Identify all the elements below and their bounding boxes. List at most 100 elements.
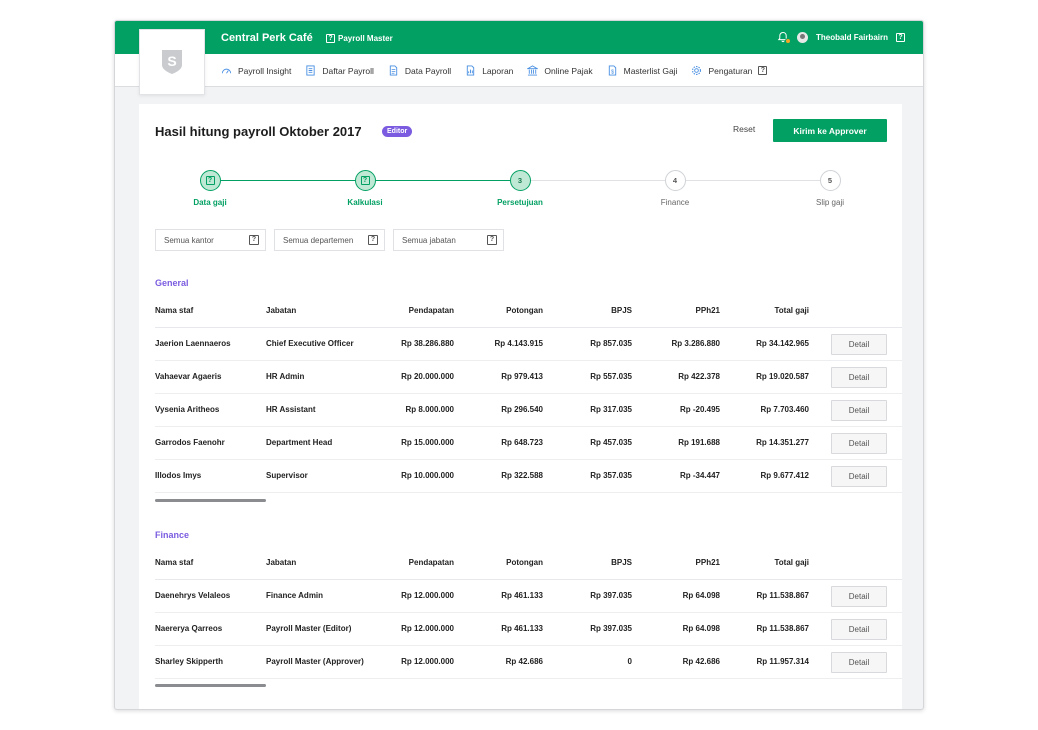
cell-job: HR Assistant	[266, 405, 316, 414]
notification-bell[interactable]	[777, 31, 791, 44]
detail-button[interactable]: Detail	[831, 400, 887, 421]
masterlist-icon: $	[608, 65, 616, 76]
question-icon[interactable]: ?	[896, 32, 905, 42]
nav-item-daftar-payroll[interactable]: Daftar Payroll	[305, 65, 374, 76]
cell-income: Rp 10.000.000	[401, 471, 454, 480]
question-icon: ?	[368, 235, 378, 245]
step-kalkulasi[interactable]: ? Kalkulasi	[325, 170, 405, 207]
col-header: Potongan	[506, 558, 543, 567]
cell-bpjs: Rp 557.035	[590, 372, 632, 381]
user-name[interactable]: Theobald Fairbairn	[816, 33, 888, 42]
col-header: Nama staf	[155, 306, 194, 315]
list-icon	[306, 65, 316, 76]
horizontal-scrollbar-finance[interactable]	[155, 684, 266, 687]
detail-button[interactable]: Detail	[831, 466, 887, 487]
question-icon: ?	[249, 235, 259, 245]
nav-bar: Payroll Insight Daftar Payroll Data Payr…	[115, 54, 923, 87]
detail-button[interactable]: Detail	[831, 334, 887, 355]
office-filter[interactable]: Semua kantor ?	[155, 229, 266, 251]
nav-label: Pengaturan	[708, 65, 753, 76]
detail-button[interactable]: Detail	[831, 586, 887, 607]
detail-button[interactable]: Detail	[831, 619, 887, 640]
nav-label: Laporan	[482, 65, 514, 76]
col-header: Potongan	[506, 306, 543, 315]
cell-pph21: Rp 64.098	[682, 591, 720, 600]
cell-name: Vahaevar Agaeris	[155, 372, 222, 381]
detail-button[interactable]: Detail	[831, 433, 887, 454]
section-title-finance: Finance	[155, 530, 190, 540]
cell-bpjs: Rp 357.035	[590, 471, 632, 480]
cell-job: HR Admin	[266, 372, 305, 381]
notification-dot	[784, 38, 791, 44]
avatar[interactable]	[796, 31, 808, 43]
cell-pph21: Rp 42.686	[682, 657, 720, 666]
nav-item-data-payroll[interactable]: Data Payroll	[388, 65, 451, 76]
col-header: BPJS	[611, 306, 632, 315]
cell-job: Payroll Master (Editor)	[266, 624, 352, 633]
col-header: BPJS	[611, 558, 632, 567]
nav-label: Payroll Insight	[238, 65, 292, 76]
nav-item-masterlist-gaji[interactable]: $ Masterlist Gaji	[607, 65, 677, 76]
col-header: Nama staf	[155, 558, 194, 567]
nav-item-laporan[interactable]: Laporan	[465, 65, 513, 76]
cell-total: Rp 9.677.412	[760, 471, 809, 480]
table-row: Garrodos Faenohr Department Head Rp 15.0…	[155, 427, 902, 460]
payroll-result-card: Hasil hitung payroll Oktober 2017 Editor…	[139, 104, 902, 709]
table-row: Vysenia Aritheos HR Assistant Rp 8.000.0…	[155, 394, 902, 427]
top-bar: Central Perk Café ? Payroll Master Theob…	[115, 21, 923, 54]
cell-income: Rp 20.000.000	[401, 372, 454, 381]
role-switcher[interactable]: ? Payroll Master	[326, 34, 393, 43]
cell-bpjs: Rp 857.035	[590, 339, 632, 348]
step-number: 4	[664, 170, 686, 191]
question-icon: ?	[326, 34, 335, 43]
progress-stepper: ? Data gaji ? Kalkulasi 3 Persetujuan 4 …	[155, 170, 887, 210]
position-filter[interactable]: Semua jabatan ?	[393, 229, 504, 251]
table-row: Naererya Qarreos Payroll Master (Editor)…	[155, 613, 902, 646]
step-finance[interactable]: 4 Finance	[635, 170, 715, 207]
cell-deduction: Rp 648.723	[501, 438, 543, 447]
cell-income: Rp 12.000.000	[401, 624, 454, 633]
step-label: Kalkulasi	[347, 198, 383, 207]
step-persetujuan[interactable]: 3 Persetujuan	[480, 170, 560, 207]
step-label: Persetujuan	[497, 198, 543, 207]
cell-name: Jaerion Laennaeros	[155, 339, 231, 348]
step-label: Finance	[660, 198, 690, 207]
col-header: Total gaji	[774, 558, 809, 567]
step-slip-gaji[interactable]: 5 Slip gaji	[790, 170, 870, 207]
nav-item-payroll-insight[interactable]: Payroll Insight	[221, 65, 291, 76]
detail-button[interactable]: Detail	[831, 367, 887, 388]
cell-name: Daenehrys Velaleos	[155, 591, 231, 600]
table-header: Nama staf Jabatan Pendapatan Potongan BP…	[155, 295, 902, 328]
cell-total: Rp 14.351.277	[756, 438, 809, 447]
cell-deduction: Rp 42.686	[505, 657, 543, 666]
page-title: Hasil hitung payroll Oktober 2017	[155, 124, 362, 139]
department-filter[interactable]: Semua departemen ?	[274, 229, 385, 251]
app-window: Central Perk Café ? Payroll Master Theob…	[114, 20, 924, 710]
company-logo[interactable]: S	[139, 29, 205, 95]
col-header: Pendapatan	[408, 306, 454, 315]
cell-total: Rp 34.142.965	[756, 339, 809, 348]
cell-total: Rp 7.703.460	[760, 405, 809, 414]
filter-label: Semua kantor	[164, 235, 214, 245]
step-data-gaji[interactable]: ? Data gaji	[170, 170, 250, 207]
filter-label: Semua jabatan	[402, 235, 456, 245]
cell-name: Sharley Skipperth	[155, 657, 224, 666]
horizontal-scrollbar-general[interactable]	[155, 499, 266, 502]
reset-button[interactable]: Reset	[733, 124, 755, 134]
nav-item-pengaturan[interactable]: Pengaturan ?	[691, 65, 768, 76]
cell-deduction: Rp 979.413	[501, 372, 543, 381]
step-number: 5	[819, 170, 841, 191]
question-icon: ?	[487, 235, 497, 245]
cell-income: Rp 12.000.000	[401, 591, 454, 600]
cell-total: Rp 19.020.587	[756, 372, 809, 381]
send-to-approver-button[interactable]: Kirim ke Approver	[773, 119, 887, 142]
table-row: Sharley Skipperth Payroll Master (Approv…	[155, 646, 902, 679]
detail-button[interactable]: Detail	[831, 652, 887, 673]
cell-total: Rp 11.957.314	[756, 657, 809, 666]
question-icon: ?	[758, 66, 768, 75]
table-header: Nama staf Jabatan Pendapatan Potongan BP…	[155, 547, 902, 580]
step-label: Data gaji	[193, 198, 227, 207]
user-area: Theobald Fairbairn ?	[777, 31, 905, 44]
nav-item-online-pajak[interactable]: Online Pajak	[527, 65, 593, 76]
question-icon: ?	[205, 176, 215, 185]
